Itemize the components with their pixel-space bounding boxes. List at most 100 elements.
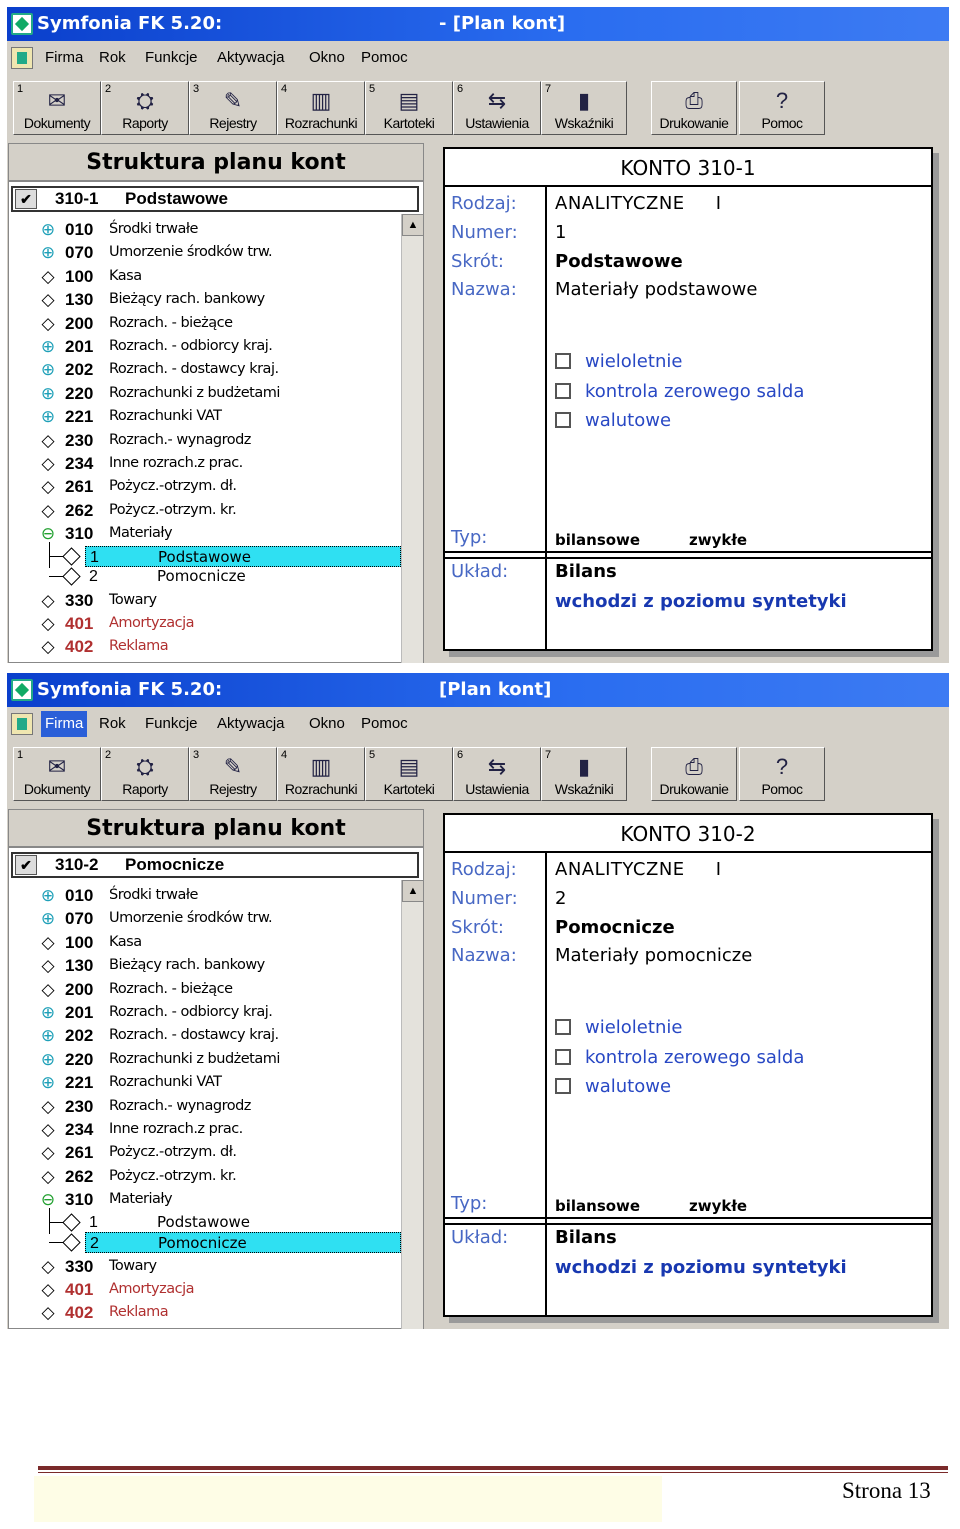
leaf-diamond-icon[interactable]: ◇	[39, 501, 57, 520]
menu-aktywacja[interactable]: Aktywacja	[213, 45, 289, 71]
scroll-up-arrow-icon[interactable]: ▲	[402, 880, 424, 902]
scroll-up-arrow-icon[interactable]: ▲	[402, 214, 424, 236]
edit-check-icon[interactable]: ✔	[15, 855, 37, 875]
menu-pomoc[interactable]: Pomoc	[357, 45, 412, 71]
checkbox-box[interactable]	[555, 412, 571, 428]
toolbar-button-dokumenty[interactable]: 1 ✉ Dokumenty	[13, 747, 101, 801]
tree-scrollbar[interactable]: ▲	[401, 880, 424, 1329]
expand-plus-icon[interactable]: ⊕	[39, 910, 57, 928]
leaf-diamond-icon[interactable]: ◇	[39, 1304, 57, 1322]
toolbar-button-wskaźniki[interactable]: 7 ▮ Wskaźniki	[541, 81, 627, 135]
checkbox-kontrola-zerowego-salda[interactable]: kontrola zerowego salda	[555, 381, 804, 402]
leaf-diamond-icon[interactable]: ◇	[39, 1327, 57, 1329]
tree-current-account[interactable]: ✔ 310-1 Podstawowe	[11, 186, 419, 212]
checkbox-wieloletnie[interactable]: wieloletnie	[555, 351, 682, 372]
tree-node-code: 330	[65, 1256, 94, 1276]
tree-node-code: 234	[65, 1120, 94, 1139]
expand-plus-icon[interactable]: ⊕	[39, 221, 57, 239]
checkbox-box[interactable]	[555, 353, 571, 369]
checkbox-wieloletnie[interactable]: wieloletnie	[555, 1017, 682, 1038]
toolbar-button-rejestry[interactable]: 3 ✎ Rejestry	[189, 81, 277, 135]
menu-aktywacja[interactable]: Aktywacja	[213, 711, 289, 737]
tree-node-code: 010	[65, 220, 94, 239]
checkbox-box[interactable]	[555, 1019, 571, 1035]
toolbar-button-ustawienia[interactable]: 6 ⇆ Ustawienia	[453, 81, 541, 135]
expand-plus-icon[interactable]: ⊕	[39, 1050, 57, 1069]
collapse-minus-icon[interactable]: ⊖	[39, 1191, 57, 1209]
edit-check-icon[interactable]: ✔	[15, 189, 37, 209]
expand-plus-icon[interactable]: ⊕	[39, 1004, 57, 1022]
checkbox-box[interactable]	[555, 1048, 571, 1065]
tree-subnode-2[interactable]: 2 Pomocnicze	[85, 566, 401, 587]
leaf-diamond-icon[interactable]: ◇	[39, 1257, 57, 1276]
leaf-diamond-icon[interactable]: ◇	[39, 267, 57, 286]
toolbar-button-pomoc[interactable]: ? Pomoc	[739, 81, 825, 135]
footer-band	[34, 1476, 662, 1522]
leaf-diamond-icon[interactable]: ◇	[39, 980, 57, 999]
menu-okno[interactable]: Okno	[305, 711, 349, 737]
checkbox-box[interactable]	[555, 382, 571, 399]
leaf-diamond-icon[interactable]: ◇	[39, 591, 57, 610]
menu-firm-icon[interactable]	[11, 47, 33, 69]
menu-pomoc[interactable]: Pomoc	[357, 711, 412, 737]
leaf-diamond-icon[interactable]: ◇	[39, 431, 57, 450]
leaf-diamond-icon[interactable]: ◇	[39, 1167, 57, 1186]
expand-plus-icon[interactable]: ⊕	[39, 408, 57, 426]
expand-plus-icon[interactable]: ⊕	[39, 1027, 57, 1045]
leaf-diamond-icon[interactable]: ◇	[39, 638, 57, 656]
tree-node-code: 403	[65, 1325, 93, 1329]
tree-scrollbar[interactable]: ▲	[401, 214, 424, 663]
expand-plus-icon[interactable]: ⊕	[39, 887, 57, 905]
tree-subnode-1[interactable]: 1 Podstawowe	[85, 545, 401, 567]
checkbox-walutowe[interactable]: walutowe	[555, 410, 671, 431]
menu-rok[interactable]: Rok	[95, 45, 130, 71]
expand-plus-icon[interactable]: ⊕	[39, 384, 57, 403]
leaf-diamond-icon[interactable]: ◇	[39, 933, 57, 952]
checkbox-walutowe[interactable]: walutowe	[555, 1076, 671, 1097]
tree-node-label: Bieżący rach. bankowy	[109, 291, 265, 308]
toolbar-button-dokumenty[interactable]: 1 ✉ Dokumenty	[13, 81, 101, 135]
leaf-diamond-icon[interactable]: ◇	[39, 1121, 57, 1139]
toolbar-button-wskaźniki[interactable]: 7 ▮ Wskaźniki	[541, 747, 627, 801]
checkbox-box[interactable]	[555, 1078, 571, 1094]
toolbar-button-raporty[interactable]: 2 ⛭ Raporty	[101, 81, 189, 135]
menu-firma[interactable]: Firma	[41, 711, 88, 737]
leaf-diamond-icon[interactable]: ◇	[39, 478, 57, 496]
tree-subnode-1[interactable]: 1 Podstawowe	[85, 1212, 401, 1233]
toolbar-button-drukowanie[interactable]: ⎙ Drukowanie	[651, 747, 737, 801]
toolbar-button-label: Dokumenty	[23, 115, 91, 131]
leaf-diamond-icon[interactable]: ◇	[39, 291, 57, 309]
leaf-diamond-icon[interactable]: ◇	[39, 1281, 57, 1299]
expand-plus-icon[interactable]: ⊕	[39, 338, 57, 356]
toolbar-button-drukowanie[interactable]: ⎙ Drukowanie	[651, 81, 737, 135]
collapse-minus-icon[interactable]: ⊖	[39, 525, 57, 543]
tree-current-account[interactable]: ✔ 310-2 Pomocnicze	[11, 852, 419, 878]
toolbar-button-ustawienia[interactable]: 6 ⇆ Ustawienia	[453, 747, 541, 801]
checkbox-kontrola-zerowego-salda[interactable]: kontrola zerowego salda	[555, 1047, 804, 1068]
toolbar-button-rejestry[interactable]: 3 ✎ Rejestry	[189, 747, 277, 801]
toolbar-button-rozrachunki[interactable]: 4 ▥ Rozrachunki	[277, 747, 365, 801]
toolbar-button-kartoteki[interactable]: 5 ▤ Kartoteki	[365, 747, 453, 801]
leaf-diamond-icon[interactable]: ◇	[39, 661, 57, 663]
tree-node-label: Rozrach.- wynagrodz	[109, 1097, 251, 1114]
menu-funkcje[interactable]: Funkcje	[141, 711, 202, 737]
leaf-diamond-icon[interactable]: ◇	[39, 957, 57, 975]
menu-rok[interactable]: Rok	[95, 711, 130, 737]
expand-plus-icon[interactable]: ⊕	[39, 1074, 57, 1092]
toolbar-button-raporty[interactable]: 2 ⛭ Raporty	[101, 747, 189, 801]
tree-subnode-2[interactable]: 2 Pomocnicze	[85, 1232, 401, 1254]
toolbar-button-kartoteki[interactable]: 5 ▤ Kartoteki	[365, 81, 453, 135]
menu-funkcje[interactable]: Funkcje	[141, 45, 202, 71]
menu-okno[interactable]: Okno	[305, 45, 349, 71]
leaf-diamond-icon[interactable]: ◇	[39, 314, 57, 333]
expand-plus-icon[interactable]: ⊕	[39, 244, 57, 262]
toolbar-button-pomoc[interactable]: ? Pomoc	[739, 747, 825, 801]
menu-firm-icon[interactable]	[11, 713, 33, 735]
toolbar-button-rozrachunki[interactable]: 4 ▥ Rozrachunki	[277, 81, 365, 135]
leaf-diamond-icon[interactable]: ◇	[39, 1097, 57, 1116]
leaf-diamond-icon[interactable]: ◇	[39, 455, 57, 473]
menu-firma[interactable]: Firma	[41, 45, 87, 71]
expand-plus-icon[interactable]: ⊕	[39, 361, 57, 379]
leaf-diamond-icon[interactable]: ◇	[39, 615, 57, 633]
leaf-diamond-icon[interactable]: ◇	[39, 1144, 57, 1162]
